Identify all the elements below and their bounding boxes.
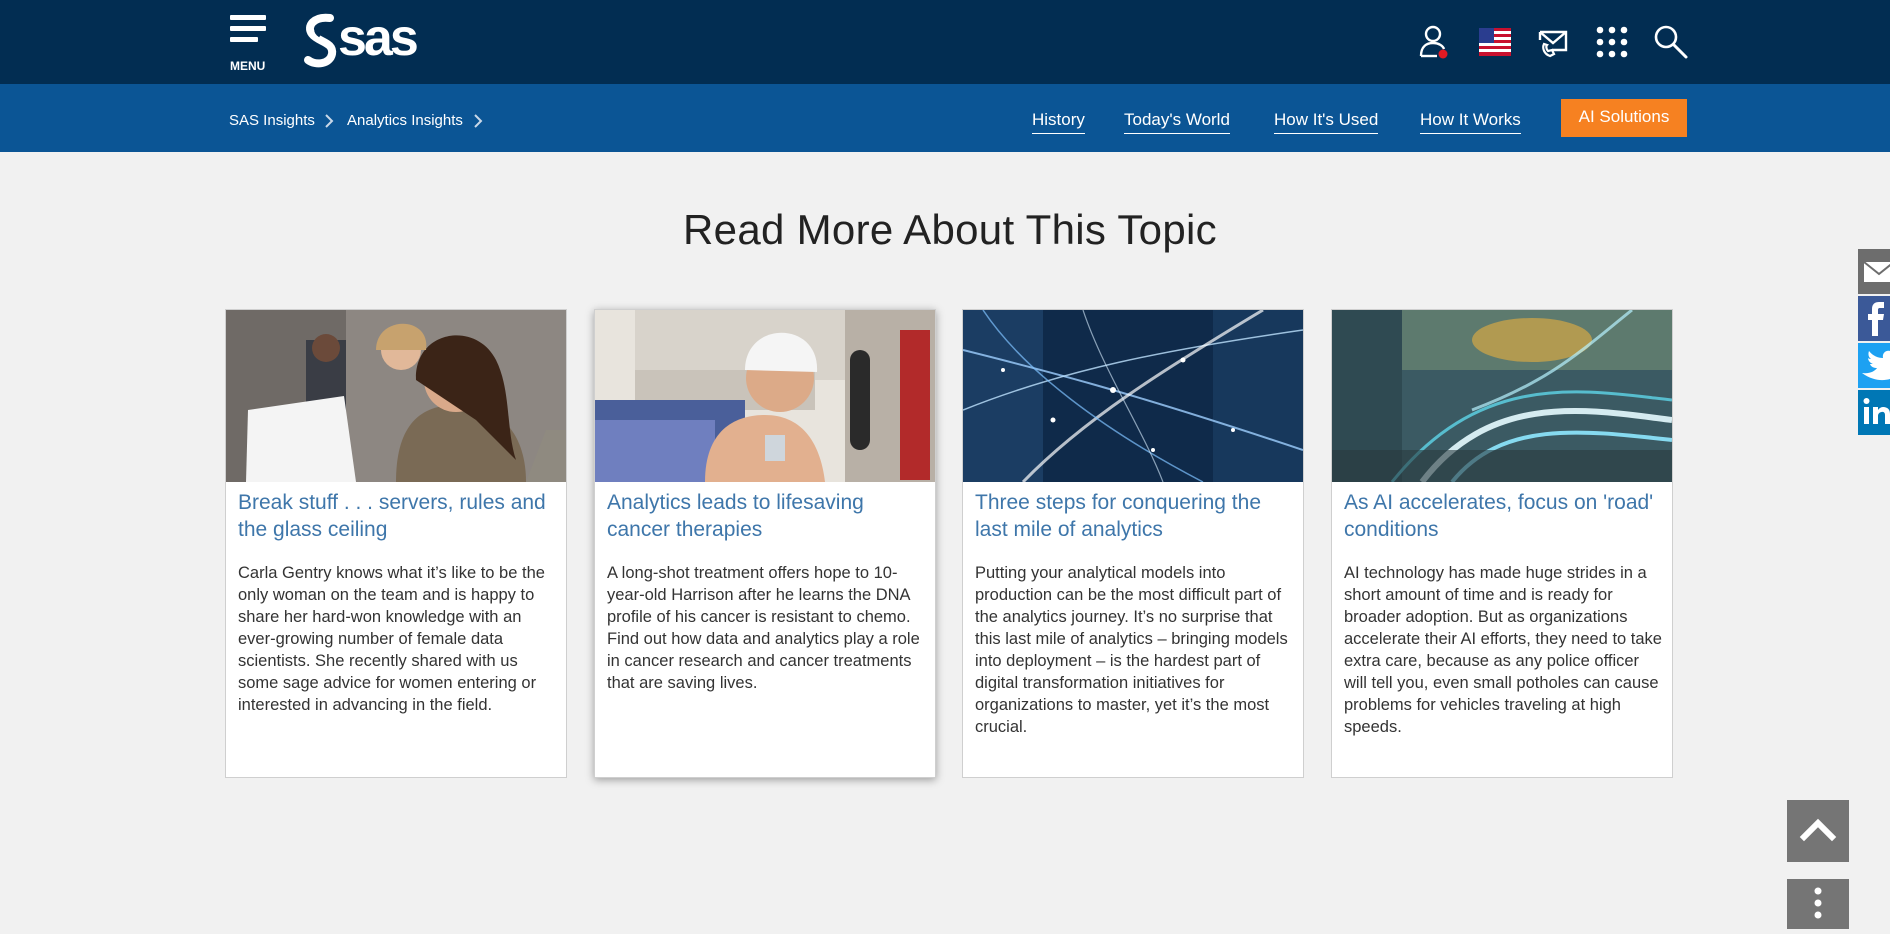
chevron-right-icon [325, 114, 334, 128]
card-description: Carla Gentry knows what it’s like to be … [238, 564, 545, 714]
card-description: AI technology has made huge strides in a… [1344, 564, 1662, 736]
card-title[interactable]: Analytics leads to lifesaving cancer the… [607, 489, 925, 543]
section-title: Read More About This Topic [683, 206, 1217, 253]
search-icon[interactable] [1653, 24, 1689, 60]
nav-link-todays-world[interactable]: Today's World [1124, 110, 1230, 134]
article-card[interactable]: Break stuff . . . servers, rules and the… [225, 309, 567, 778]
linkedin-share-icon[interactable] [1858, 390, 1890, 435]
sas-logo[interactable]: sas [300, 10, 440, 70]
email-share-icon[interactable] [1858, 249, 1890, 294]
card-image-women-at-laptop [226, 310, 566, 482]
card-title[interactable]: Break stuff . . . servers, rules and the… [238, 489, 556, 543]
twitter-share-icon[interactable] [1858, 343, 1890, 388]
hamburger-icon [230, 15, 272, 42]
nav-link-how-it-works[interactable]: How It Works [1420, 110, 1521, 134]
article-card[interactable]: Three steps for conquering the last mile… [962, 309, 1304, 778]
article-card[interactable]: Analytics leads to lifesaving cancer the… [594, 309, 936, 778]
card-description: A long-shot treatment offers hope to 10-… [607, 564, 920, 692]
nav-link-how-its-used[interactable]: How It's Used [1274, 110, 1379, 134]
apps-grid-icon[interactable] [1594, 24, 1630, 60]
card-image-light-trails-road [1332, 310, 1672, 482]
us-flag-icon[interactable] [1477, 24, 1511, 60]
menu-label: MENU [230, 59, 266, 73]
card-title[interactable]: As AI accelerates, focus on 'road' condi… [1344, 489, 1662, 543]
logo-wordmark: sas [338, 9, 419, 67]
top-header: MENU sas [0, 0, 1890, 84]
menu-button[interactable]: MENU [230, 15, 272, 75]
card-title[interactable]: Three steps for conquering the last mile… [975, 489, 1293, 543]
account-icon[interactable] [1416, 24, 1452, 60]
notification-dot [1438, 49, 1448, 59]
card-image-child-patient [595, 310, 935, 482]
breadcrumb-analytics-insights[interactable]: Analytics Insights [347, 112, 463, 129]
card-image-data-city [963, 310, 1303, 482]
ai-solutions-button[interactable]: AI Solutions [1561, 99, 1687, 137]
chevron-up-icon [1799, 818, 1837, 842]
card-description: Putting your analytical models into prod… [975, 564, 1288, 736]
breadcrumb-sas-insights[interactable]: SAS Insights [229, 112, 315, 129]
back-to-top-button[interactable] [1787, 800, 1849, 862]
contact-icon[interactable] [1536, 24, 1572, 60]
more-options-button[interactable] [1787, 879, 1849, 929]
article-card[interactable]: As AI accelerates, focus on 'road' condi… [1331, 309, 1673, 778]
chevron-right-icon [474, 114, 483, 128]
vertical-dots-icon [1814, 887, 1822, 919]
nav-link-history[interactable]: History [1032, 110, 1085, 134]
facebook-share-icon[interactable] [1858, 296, 1890, 341]
